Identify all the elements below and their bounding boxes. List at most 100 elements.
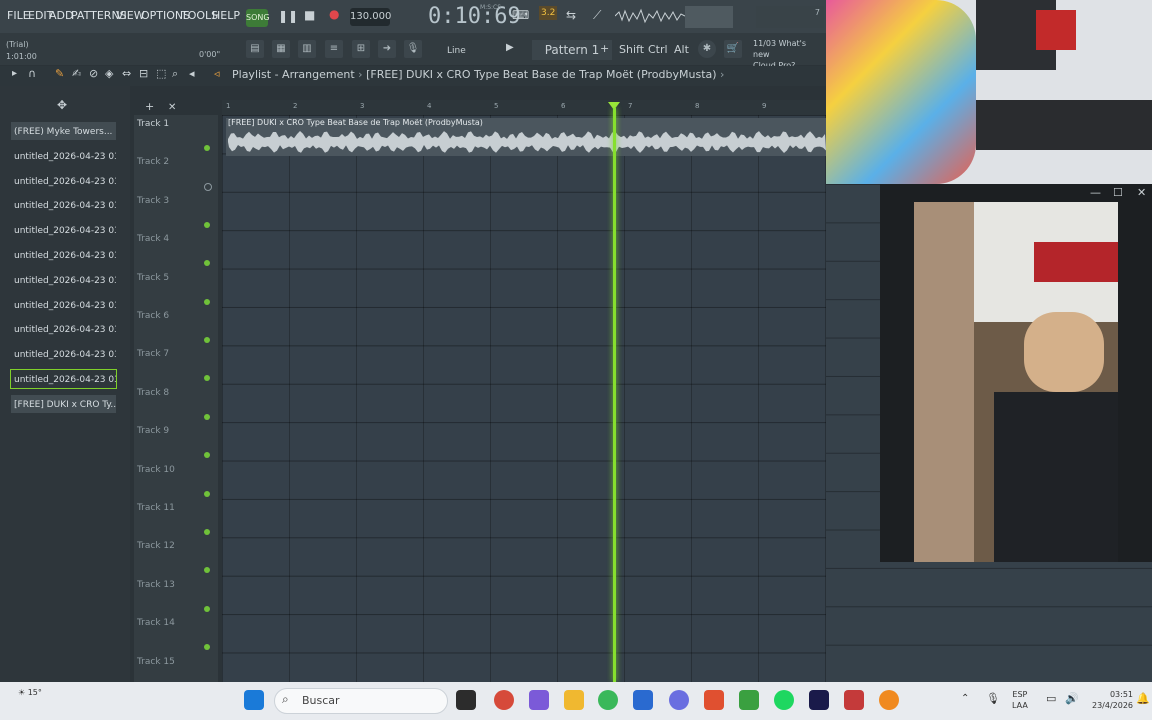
track-label[interactable]: Track 12 [137,541,175,551]
track-label[interactable]: Track 1 [137,119,169,129]
picker-item[interactable]: untitled_2026-04-23 03-... [10,269,117,290]
minecraft-icon[interactable] [739,690,759,710]
magnet-icon[interactable]: ∩ [28,67,36,80]
volume-meter[interactable] [685,6,733,28]
track-label[interactable]: Track 9 [137,426,169,436]
track-label[interactable]: Track 3 [137,196,169,206]
alt-key-button[interactable]: Alt [674,40,689,60]
picker-item[interactable]: untitled_2026-04-23 03-... [10,319,117,340]
track-mute-led[interactable] [204,298,210,305]
stop-icon[interactable]: ■ [304,8,315,22]
news-icon[interactable]: ✱ [698,40,716,58]
shift-key-button[interactable]: Shift [619,40,644,60]
menu-file[interactable]: FILE [7,9,30,22]
track-mute-led[interactable] [204,490,210,497]
track-mute-led[interactable] [204,337,210,343]
song-mode-toggle[interactable]: SONG [246,9,270,27]
picker-item[interactable]: untitled_2026-04-23 03-... [10,145,117,166]
picker-item[interactable]: untitled_2026-04-23 03-... [10,369,117,389]
picker-item[interactable]: untitled_2026-04-23 03-... [10,170,117,191]
notifications-icon[interactable]: 🔔 [1136,692,1150,705]
piano-roll-icon[interactable]: ▥ [298,40,316,58]
spotify-icon[interactable] [774,690,794,710]
add-pattern-icon[interactable]: + [600,42,609,55]
arrow-icon[interactable]: ➜ [378,40,396,58]
track-label[interactable]: Track 8 [137,388,169,398]
mute-icon[interactable]: ◈ [105,67,113,80]
arrangement-icon[interactable]: ◃ [214,67,220,80]
fl-studio-icon[interactable] [879,690,899,710]
picker-item[interactable]: untitled_2026-04-23 03-... [10,294,117,315]
brush-icon[interactable]: ✍ [72,67,81,80]
playlist-icon[interactable]: ▤ [246,40,264,58]
track-mute-led[interactable] [204,221,210,228]
metronome-icon[interactable]: 3.2 [539,6,558,20]
volume-icon[interactable]: 🔊 [1065,692,1079,705]
pencil-icon[interactable]: ✎ [55,67,64,80]
track-mute-led[interactable] [204,145,210,151]
track-label[interactable]: Track 4 [137,234,169,244]
track-label[interactable]: Track 11 [137,503,175,513]
microphone-icon[interactable]: 🎙 [404,40,422,58]
menu-add[interactable]: ADD [49,9,73,22]
chrome-icon[interactable] [494,690,514,710]
track-label[interactable]: Track 6 [137,311,169,321]
picker-item[interactable]: untitled_2026-04-23 03-... [10,195,117,216]
file-explorer-icon[interactable] [564,690,584,710]
plugin-icon[interactable]: ⊞ [352,40,370,58]
picker-mode-icon[interactable]: ✥ [57,98,67,112]
delete-icon[interactable]: ⊘ [89,67,98,80]
task-view-icon[interactable] [456,690,476,710]
playback-icon[interactable]: ◂ [189,67,195,80]
track-label[interactable]: Track 7 [137,349,169,359]
pause-icon[interactable]: ❚❚ [278,9,298,23]
timeline-ruler[interactable] [222,100,826,115]
minimize-icon[interactable]: — [1090,186,1101,199]
snap-select[interactable]: Line [443,42,493,60]
ctrl-key-button[interactable]: Ctrl [648,40,668,60]
start-icon[interactable] [244,690,264,710]
cart-icon[interactable]: 🛒 [724,40,742,58]
track-mute-led[interactable] [204,529,210,535]
wait-icon[interactable]: ⟋ [593,8,601,23]
keyboard-icon[interactable]: ⌨ [512,8,529,22]
discord-icon[interactable] [669,690,689,710]
add-track-icon[interactable]: + [145,100,154,113]
close-window-icon[interactable]: ✕ [1137,186,1146,199]
track-mute-led[interactable] [204,605,210,612]
channel-rack-icon[interactable]: ▦ [272,40,290,58]
close-icon[interactable]: ✕ [168,102,176,113]
network-icon[interactable]: ▭ [1046,692,1056,705]
arrangement-name[interactable]: [FREE] DUKI x CRO Type Beat Base de Trap… [366,68,716,81]
track-label[interactable]: Track 2 [137,157,169,167]
play-pattern-icon[interactable]: ▶ [506,42,514,53]
playlist-grid[interactable] [222,115,826,682]
slip-icon[interactable]: ⇔ [122,67,131,80]
picker-item[interactable]: untitled_2026-04-23 03-... [10,245,117,265]
picker-item[interactable]: (FREE) Myke Towers... [10,121,117,141]
zoom-icon[interactable]: ⌕ [172,67,178,81]
mixer-icon[interactable]: ≡ [325,40,343,58]
clock[interactable]: 03:51 23/4/2026 [1092,689,1133,711]
slice-icon[interactable]: ⊟ [139,67,148,80]
track-label[interactable]: Track 14 [137,618,175,628]
brave-icon[interactable] [704,690,724,710]
premiere-icon[interactable] [809,690,829,710]
weather-widget[interactable]: ☀ 15° [18,688,42,697]
store-icon[interactable] [633,690,653,710]
microphone-tray-icon[interactable]: 🎙 [986,692,1000,705]
media-app-icon[interactable] [844,690,864,710]
language-indicator[interactable]: ESP LAA [1012,689,1028,711]
search-box[interactable] [274,688,448,714]
track-label[interactable]: Track 15 [137,657,175,667]
track-label[interactable]: Track 10 [137,465,175,475]
maximize-icon[interactable]: ☐ [1113,186,1123,199]
menu-help[interactable]: HELP [212,9,240,22]
track-mute-led[interactable] [204,413,210,420]
chevron-up-icon[interactable]: ⌃ [961,693,969,704]
loop-icon[interactable]: ⇆ [566,8,576,22]
picker-item[interactable]: untitled_2026-04-23 03-... [10,344,117,365]
picker-item[interactable]: untitled_2026-04-23 03-... [10,220,117,241]
whatsapp-icon[interactable] [598,690,618,710]
picker-item[interactable]: [FREE] DUKI x CRO Ty... [10,393,117,414]
